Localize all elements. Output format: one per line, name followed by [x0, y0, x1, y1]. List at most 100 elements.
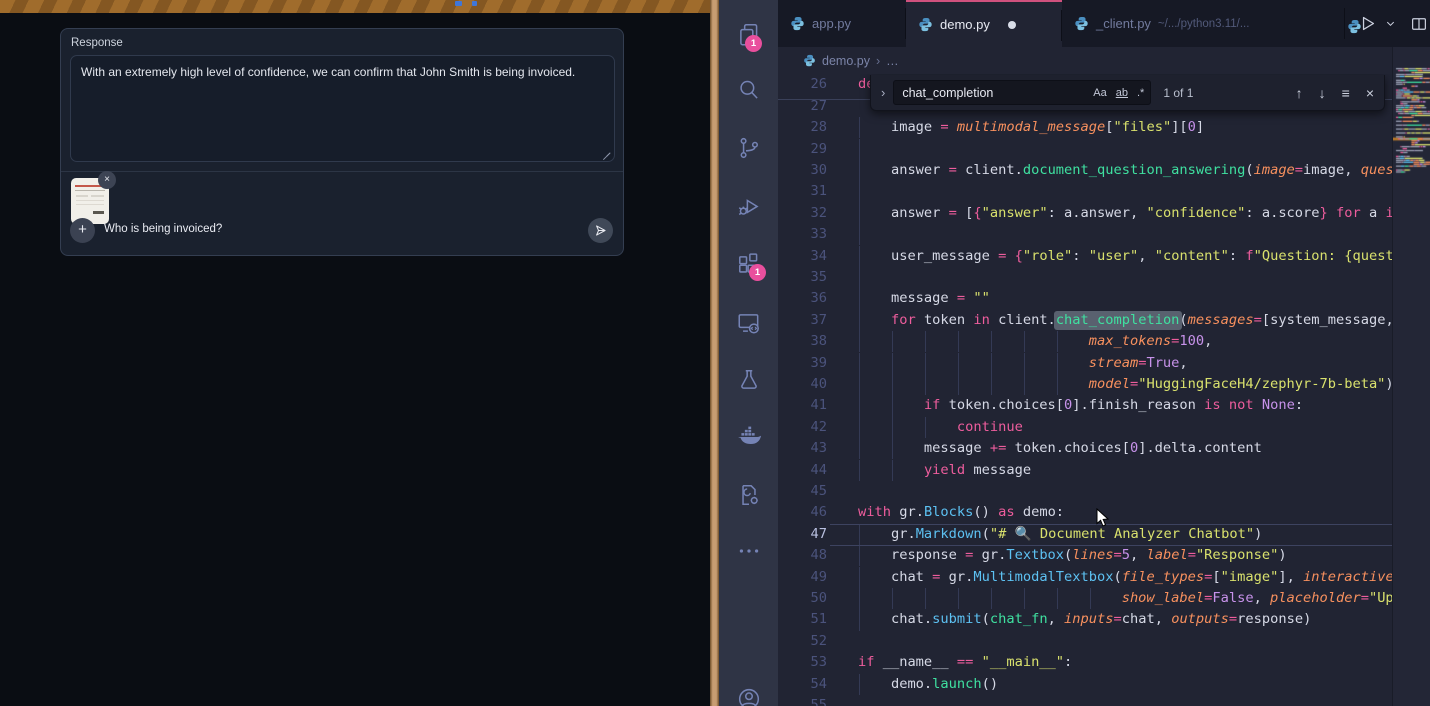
more-icon[interactable]: [736, 538, 762, 564]
remote-explorer-icon[interactable]: [736, 310, 762, 336]
breadcrumb-file[interactable]: demo.py: [822, 54, 870, 68]
regex-icon[interactable]: .*: [1137, 87, 1144, 99]
code-line[interactable]: message = "": [858, 288, 1392, 309]
tab-demo-py[interactable]: demo.py: [906, 0, 1062, 47]
python-icon: [790, 16, 805, 31]
editor-actions: [1358, 0, 1428, 47]
code-line[interactable]: for token in client.chat_completion(mess…: [858, 310, 1392, 331]
code-line[interactable]: stream=True,: [858, 353, 1392, 374]
find-widget: › chat_completion Aa ab .* 1 of 1 ↑ ↓ ≡ …: [870, 75, 1385, 111]
code-line[interactable]: user_message = {"role": "user", "content…: [858, 246, 1392, 267]
modified-dot[interactable]: [1008, 21, 1016, 29]
run-icon[interactable]: [1358, 14, 1377, 33]
tab-app-py[interactable]: app.py: [778, 0, 906, 47]
resize-handle[interactable]: [602, 149, 611, 158]
code-line[interactable]: if __name__ == "__main__":: [858, 652, 1392, 673]
code-line[interactable]: continue: [858, 417, 1392, 438]
code-line[interactable]: [858, 139, 1392, 160]
plus-icon: +: [78, 221, 87, 238]
breadcrumb-separator: ›: [876, 54, 880, 68]
code-line[interactable]: max_tokens=100,: [858, 331, 1392, 352]
response-label: Response: [71, 37, 123, 49]
tab-path: ~/.../python3.11/...: [1158, 18, 1250, 30]
find-in-selection-icon[interactable]: ≡: [1342, 85, 1350, 101]
line-number: 42: [778, 417, 827, 438]
split-editor-icon[interactable]: [1410, 15, 1428, 33]
line-number: 50: [778, 588, 827, 609]
breadcrumb-more[interactable]: …: [886, 54, 899, 68]
code-line[interactable]: show_label=False, placeholder="Upload an…: [858, 588, 1392, 609]
chevron-down-icon[interactable]: [1385, 18, 1396, 29]
code-line[interactable]: [858, 181, 1392, 202]
python-icon: [1074, 16, 1089, 31]
code-line[interactable]: [858, 695, 1392, 706]
source-control-icon[interactable]: [736, 135, 762, 161]
code-line[interactable]: [858, 481, 1392, 502]
find-expand-chevron-icon[interactable]: ›: [871, 85, 893, 100]
line-number: 52: [778, 631, 827, 652]
line-number: 34: [778, 246, 827, 267]
code-line[interactable]: response = gr.Textbox(lines=5, label="Re…: [858, 545, 1392, 566]
code-line[interactable]: [858, 267, 1392, 288]
find-input[interactable]: chat_completion Aa ab .*: [893, 80, 1151, 105]
minimap[interactable]: [1392, 47, 1430, 706]
line-number: 31: [778, 181, 827, 202]
code-editor[interactable]: 26def chat_fn(multimodal_message):2728 i…: [778, 74, 1392, 706]
code-line[interactable]: message += token.choices[0].delta.conten…: [858, 438, 1392, 459]
line-number: 36: [778, 288, 827, 309]
line-number: 43: [778, 438, 827, 459]
extensions-badge: 1: [749, 264, 766, 281]
tab-label: demo.py: [940, 17, 990, 32]
tab-client-py[interactable]: _client.py ~/.../python3.11/...: [1062, 0, 1345, 47]
add-file-button[interactable]: +: [70, 218, 95, 243]
response-textarea[interactable]: With an extremely high level of confiden…: [70, 55, 615, 162]
code-line[interactable]: yield message: [858, 460, 1392, 481]
line-number: 39: [778, 353, 827, 374]
line-number: 48: [778, 545, 827, 566]
breadcrumb: demo.py › …: [778, 47, 1392, 74]
editor-shadow-line: [778, 99, 870, 100]
line-number: 45: [778, 481, 827, 502]
line-number: 33: [778, 224, 827, 245]
code-line[interactable]: model="HuggingFaceH4/zephyr-7b-beta"): [858, 374, 1392, 395]
python-icon: [918, 17, 933, 32]
run-debug-icon[interactable]: [736, 194, 762, 220]
chat-composer: + Who is being invoiced?: [61, 217, 623, 255]
next-match-icon[interactable]: ↓: [1319, 85, 1326, 101]
window-divider[interactable]: [710, 0, 719, 706]
line-number: 44: [778, 460, 827, 481]
testing-icon[interactable]: [736, 367, 762, 393]
code-line[interactable]: [858, 631, 1392, 652]
line-number: 35: [778, 267, 827, 288]
code-line[interactable]: demo.launch(): [858, 674, 1392, 695]
find-results-count: 1 of 1: [1163, 86, 1193, 100]
previous-match-icon[interactable]: ↑: [1296, 85, 1303, 101]
code-line[interactable]: [858, 224, 1392, 245]
cmake-icon[interactable]: [736, 482, 762, 508]
line-number: 51: [778, 609, 827, 630]
code-line[interactable]: with gr.Blocks() as demo:: [858, 502, 1392, 523]
code-line[interactable]: image = multimodal_message["files"][0]: [858, 117, 1392, 138]
close-find-icon[interactable]: ×: [1366, 85, 1374, 101]
gradio-app-panel: Response With an extremely high level of…: [0, 0, 710, 706]
chat-input[interactable]: Who is being invoiced?: [104, 223, 222, 235]
code-line[interactable]: chat.submit(chat_fn, inputs=chat, output…: [858, 609, 1392, 630]
paper-plane-icon: [594, 224, 607, 237]
docker-icon[interactable]: [736, 424, 762, 450]
send-button[interactable]: [588, 218, 613, 243]
code-line[interactable]: chat = gr.MultimodalTextbox(file_types=[…: [858, 567, 1392, 588]
editor-shadow-line: [1385, 99, 1392, 100]
account-icon[interactable]: [736, 686, 762, 706]
code-line[interactable]: answer = client.document_question_answer…: [858, 160, 1392, 181]
code-line[interactable]: if token.choices[0].finish_reason is not…: [858, 395, 1392, 416]
line-number: 41: [778, 395, 827, 416]
code-line[interactable]: answer = [{"answer": a.answer, "confiden…: [858, 203, 1392, 224]
remove-attachment-button[interactable]: ×: [98, 171, 116, 189]
code-line[interactable]: gr.Markdown("# 🔍 Document Analyzer Chatb…: [858, 524, 1392, 545]
line-number: 40: [778, 374, 827, 395]
search-icon[interactable]: [736, 77, 762, 103]
top-stripe-bar: [0, 0, 710, 13]
match-case-icon[interactable]: Aa: [1093, 87, 1106, 99]
whole-word-icon[interactable]: ab: [1116, 87, 1128, 99]
line-number: 46: [778, 502, 827, 523]
